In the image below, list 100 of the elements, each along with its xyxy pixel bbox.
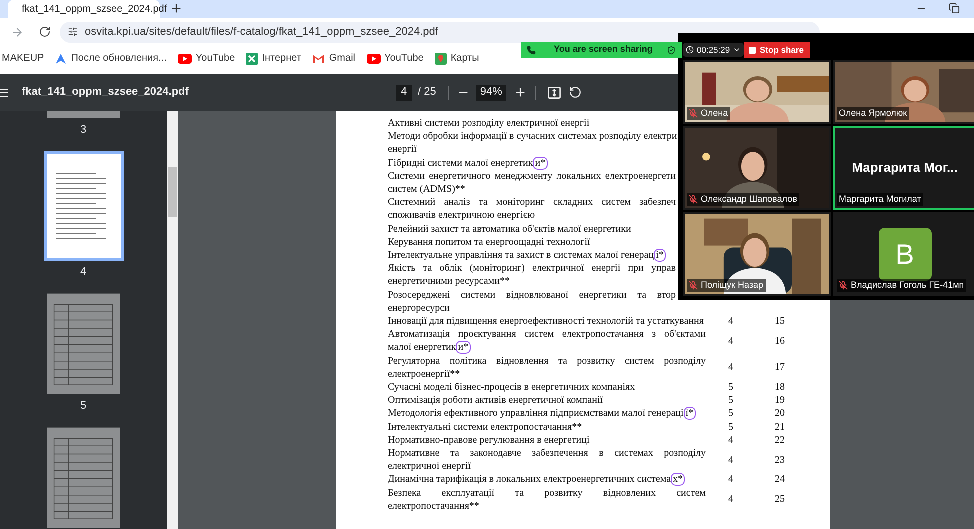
zoom-in-icon[interactable] [514, 86, 528, 99]
number-cell: 15 [774, 315, 786, 328]
restore-icon[interactable] [949, 3, 960, 14]
page-thumbnail[interactable] [47, 293, 120, 395]
play-logo-icon [366, 54, 381, 64]
number-cell: 24 [774, 473, 786, 487]
mail-logo-icon [312, 54, 326, 64]
topic-text: Регуляторна політика відновлення та розвитку систем розподілу електроенергії** [388, 354, 706, 382]
video-tile[interactable]: Маргарита Мог... Маргарита Могилат [833, 126, 974, 210]
topic-text: Оптимізація роботи активів енергетичної компанії [388, 394, 604, 408]
video-tile[interactable]: Олександр Шаповалов [683, 126, 831, 210]
chevron-icon [733, 46, 742, 54]
url-text: osvita.kpi.ua/sites/default/files/f-catalog/fkat_141_oppm_szsee_2024.pdf [85, 24, 438, 40]
bookmark[interactable]: MAKEUP [2, 51, 44, 66]
video-tile[interactable]: Олена [683, 60, 831, 124]
participant-display-name: Маргарита Мог... [852, 159, 958, 178]
clock-icon [686, 46, 694, 54]
forward-icon[interactable] [11, 26, 24, 38]
number-cell: 19 [774, 394, 786, 408]
sharing-text: You are screen sharing [554, 43, 653, 56]
stop-icon [749, 46, 756, 54]
number-cell: 23 [774, 454, 786, 467]
topic-text: Інтелектуальне управління та захист в системах малої генераці* [388, 249, 667, 262]
number-cell: 21 [774, 420, 786, 434]
topic-text: Системний аналіз та моніторинг складних систем забезпеч споживачів електричною енергією [388, 196, 676, 223]
document-title: fkat_141_oppm_szsee_2024.pdf [22, 85, 189, 100]
address-field[interactable]: osvita.kpi.ua/sites/default/files/f-catalog/fkat_141_oppm_szsee_2024.pdf [60, 22, 820, 42]
topic-text: Інтелектуальні системи електропостачання** [388, 420, 584, 434]
topic-text: Сучасні моделі бізнес-процесів в енергетичних компаніях [388, 381, 636, 394]
topic-text: Інновації для підвищення енергоефективності технологій та устаткування [388, 315, 705, 328]
semester-cell: 4 [728, 493, 734, 506]
shield-icon [667, 46, 676, 54]
participant-name: Маргарита Могилат [839, 194, 922, 205]
page-count: / 25 [418, 85, 436, 100]
spreadsheet-icon [246, 52, 258, 64]
semester-cell: 4 [728, 473, 734, 487]
fit-page-icon[interactable] [548, 86, 562, 98]
semester-cell: 4 [728, 434, 734, 448]
number-cell: 18 [774, 381, 786, 394]
menu-icon[interactable] [0, 86, 10, 98]
semester-cell: 4 [728, 361, 734, 374]
page-number: 4 [80, 265, 87, 279]
semester-cell: 5 [728, 381, 734, 394]
bookmark[interactable]: Інтернет [246, 51, 302, 66]
number-cell: 16 [774, 334, 786, 348]
avatar: В [878, 228, 932, 281]
bookmark[interactable]: Карты [434, 51, 480, 66]
topic-text: Динамічна тарифікація в локальних електроенергетичних системах* [388, 473, 686, 487]
participant-name: Олександр Шаповалов [701, 194, 798, 205]
semester-cell: 5 [728, 394, 734, 408]
video-tile[interactable]: Олена Ярмолюк [833, 60, 974, 124]
number-cell: 25 [774, 493, 786, 506]
semester-cell: 4 [728, 315, 734, 328]
topic-text: Активні системи розподілу електричної енергії [388, 117, 591, 130]
topic-text: Безпека експлуатації та розвитку відновлених систем електропостачання** [388, 486, 706, 514]
topic-text: Нормативно-правове регулювання в енергетиці [388, 434, 591, 448]
page-thumbnail[interactable] [44, 151, 124, 261]
map-pin-icon [434, 52, 447, 64]
bookmark[interactable]: Gmail [312, 51, 356, 66]
triangle-logo-icon [55, 52, 68, 64]
topic-text: Системи енергетичного менеджменту локальних електроенергети систем (ADMS)** [388, 170, 676, 196]
participant-name: Поліщук Назар [701, 280, 764, 291]
rotate-icon[interactable] [569, 86, 582, 99]
new-tab-icon[interactable] [170, 2, 183, 15]
phone-icon [527, 46, 536, 54]
semester-cell: 5 [728, 407, 734, 421]
reload-icon[interactable] [39, 26, 51, 38]
topic-text: Керування попитом та енергоощадні технології [388, 236, 592, 250]
participant-name: Владислав Гоголь ГЕ-41мп [851, 280, 964, 291]
participant-name: Олена [701, 108, 728, 119]
semester-cell: 4 [728, 334, 734, 348]
zoom-level[interactable]: 94% [476, 84, 506, 100]
video-tile[interactable]: Поліщук Назар [683, 212, 831, 296]
page-thumbnail[interactable] [47, 427, 120, 529]
number-cell: 22 [774, 434, 786, 448]
topic-text: Гібридні системи малої енергетики* [388, 156, 549, 170]
topic-text: Розосереджені системи відновлюваної енергетики та втор енергоресурси [388, 288, 676, 316]
video-tile[interactable]: В Владислав Гоголь ГЕ-41мп [833, 212, 974, 296]
bookmark[interactable]: YouTube [366, 51, 424, 66]
participant-name: Олена Ярмолюк [839, 108, 908, 119]
timer-pill[interactable]: 00:25:29 [683, 43, 744, 57]
semester-cell: 4 [728, 454, 734, 467]
topic-text: Релейний захист та автоматика об'єктів малої енергетики [388, 222, 632, 236]
topic-text: Методологія ефективного управління підприємствами малої генерації* [388, 407, 697, 421]
topic-text: Якість та облік (моніторинг) електричної енергії при управ енергетичними ресурсами** [388, 262, 676, 289]
tab-title: fkat_141_oppm_szsee_2024.pdf [22, 2, 168, 16]
play-logo-icon [178, 54, 192, 64]
bookmark[interactable]: После обновления... [55, 51, 167, 66]
site-settings-icon[interactable] [68, 27, 78, 37]
page-number: 3 [80, 123, 87, 137]
scrollbar[interactable] [167, 111, 178, 529]
page-number: 5 [80, 399, 87, 413]
number-cell: 17 [774, 361, 786, 374]
page-input[interactable]: 4 [396, 84, 412, 100]
bookmark[interactable]: YouTube [178, 51, 236, 66]
stop-share-button[interactable]: Stop share [744, 42, 810, 58]
number-cell: 20 [774, 407, 786, 421]
topic-text: Автоматизація проєктування систем електропостачання з об'єктами малої енергетики* [388, 328, 706, 355]
semester-cell: 5 [728, 420, 734, 434]
timer-text: 00:25:29 [697, 44, 730, 56]
